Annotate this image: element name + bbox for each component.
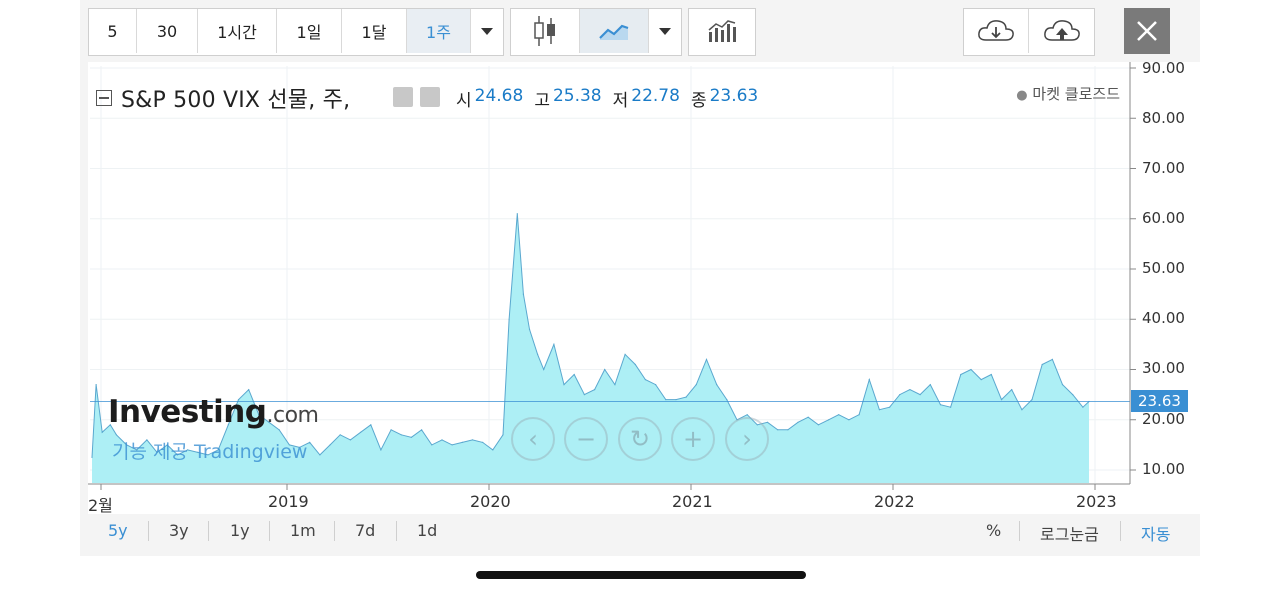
tradingview-credit: 기능 제공 Tradingview [112, 441, 308, 463]
eye-icon[interactable] [393, 87, 413, 107]
divider [334, 521, 335, 541]
chart-title: S&P 500 VIX 선물, 주, [96, 82, 350, 114]
watermark-brand: Investing [108, 394, 267, 430]
zoom-out-button[interactable]: − [564, 417, 608, 461]
interval-1hour-button[interactable]: 1시간 [198, 9, 277, 53]
close-label: 종 [690, 91, 707, 111]
market-status-text: 마켓 클로즈드 [1032, 85, 1120, 103]
close-value: 23.63 [709, 86, 759, 106]
market-status: ● 마켓 클로즈드 [1016, 83, 1120, 104]
gear-icon[interactable] [420, 87, 440, 107]
status-dot-icon: ● [1016, 88, 1028, 103]
y-tick-label: 60.00 [1142, 209, 1185, 227]
area-chart-button[interactable] [580, 9, 649, 53]
divider [396, 521, 397, 541]
watermark-domain: .com [266, 403, 319, 428]
y-tick-label: 90.00 [1142, 59, 1185, 77]
high-label: 고 [534, 91, 550, 111]
y-tick-label: 10.00 [1142, 460, 1185, 478]
close-button[interactable] [1124, 8, 1170, 54]
save-chart-button[interactable] [1029, 9, 1094, 53]
cloud-download-icon [978, 20, 1014, 41]
scroll-right-button[interactable]: › [725, 417, 769, 461]
x-tick-label: 2023 [1076, 492, 1117, 511]
interval-toolbar: 5 30 1시간 1일 1달 1주 [88, 8, 504, 56]
close-icon [1137, 21, 1157, 41]
low-value: 22.78 [631, 86, 680, 106]
low-label: 저 [612, 91, 629, 111]
indicators-button[interactable] [689, 9, 755, 53]
range-3y-button[interactable]: 3y [169, 521, 189, 540]
ohlc-legend: 시 24.68 고 25.38 저 22.78 종 23.63 [456, 86, 769, 111]
log-scale-button[interactable]: 로그눈금 [1040, 521, 1099, 545]
chart-title-text: S&P 500 VIX 선물, 주, [121, 88, 351, 113]
interval-5min-button[interactable]: 5 [89, 9, 137, 53]
chart-type-dropdown-button[interactable] [649, 9, 681, 53]
high-value: 25.38 [552, 86, 602, 106]
chevron-right-icon: › [742, 425, 752, 453]
zoom-in-button[interactable]: + [671, 417, 715, 461]
divider [208, 521, 209, 541]
load-chart-button[interactable] [964, 9, 1029, 53]
chevron-down-icon [481, 27, 493, 35]
divider [1120, 521, 1121, 541]
interval-30min-button[interactable]: 30 [137, 9, 198, 53]
indicators-toolbar [688, 8, 756, 56]
interval-1day-button[interactable]: 1일 [277, 9, 342, 53]
candlestick-button[interactable] [511, 9, 580, 53]
percent-scale-button[interactable]: % [986, 521, 1001, 540]
y-tick-label: 20.00 [1142, 410, 1185, 428]
chevron-down-icon [659, 27, 671, 35]
investing-logo: Investing.com [108, 394, 319, 430]
cloud-upload-icon [1043, 20, 1080, 41]
x-tick-label: 2019 [268, 492, 309, 511]
x-tick-label: 2020 [470, 492, 511, 511]
plus-icon: + [682, 425, 704, 453]
interval-1month-button[interactable]: 1달 [342, 9, 407, 53]
range-1y-button[interactable]: 1y [230, 521, 250, 540]
divider [1019, 521, 1020, 541]
chevron-left-icon: ‹ [528, 425, 538, 453]
range-1m-button[interactable]: 1m [290, 521, 316, 540]
current-price-tag: 23.63 [1131, 390, 1188, 412]
y-tick-label: 30.00 [1142, 359, 1185, 377]
candlestick-icon [534, 16, 555, 46]
cloud-toolbar [963, 8, 1095, 56]
y-tick-label: 50.00 [1142, 259, 1185, 277]
interval-1week-button[interactable]: 1주 [407, 9, 471, 53]
collapse-icon[interactable] [96, 90, 112, 106]
y-tick-label: 40.00 [1142, 309, 1185, 327]
range-1d-button[interactable]: 1d [417, 521, 437, 540]
open-value: 24.68 [474, 86, 524, 106]
area-chart-icon [599, 24, 629, 40]
minus-icon: − [575, 425, 597, 453]
reset-button[interactable]: ↻ [618, 417, 662, 461]
range-5y-button[interactable]: 5y [108, 521, 128, 540]
divider [148, 521, 149, 541]
scroll-left-button[interactable]: ‹ [511, 417, 555, 461]
refresh-icon: ↻ [629, 425, 651, 453]
chart-type-toolbar [510, 8, 682, 56]
indicators-icon [708, 20, 736, 42]
y-tick-label: 70.00 [1142, 159, 1185, 177]
range-7d-button[interactable]: 7d [355, 521, 375, 540]
x-tick-label: 2022 [874, 492, 915, 511]
auto-scale-button[interactable]: 자동 [1141, 521, 1170, 545]
divider [269, 521, 270, 541]
interval-dropdown-button[interactable] [471, 9, 503, 53]
open-label: 시 [456, 91, 472, 111]
x-tick-label: 2021 [672, 492, 713, 511]
x-tick-label: 2월 [88, 496, 113, 515]
home-indicator [476, 571, 806, 579]
y-tick-label: 80.00 [1142, 109, 1185, 127]
